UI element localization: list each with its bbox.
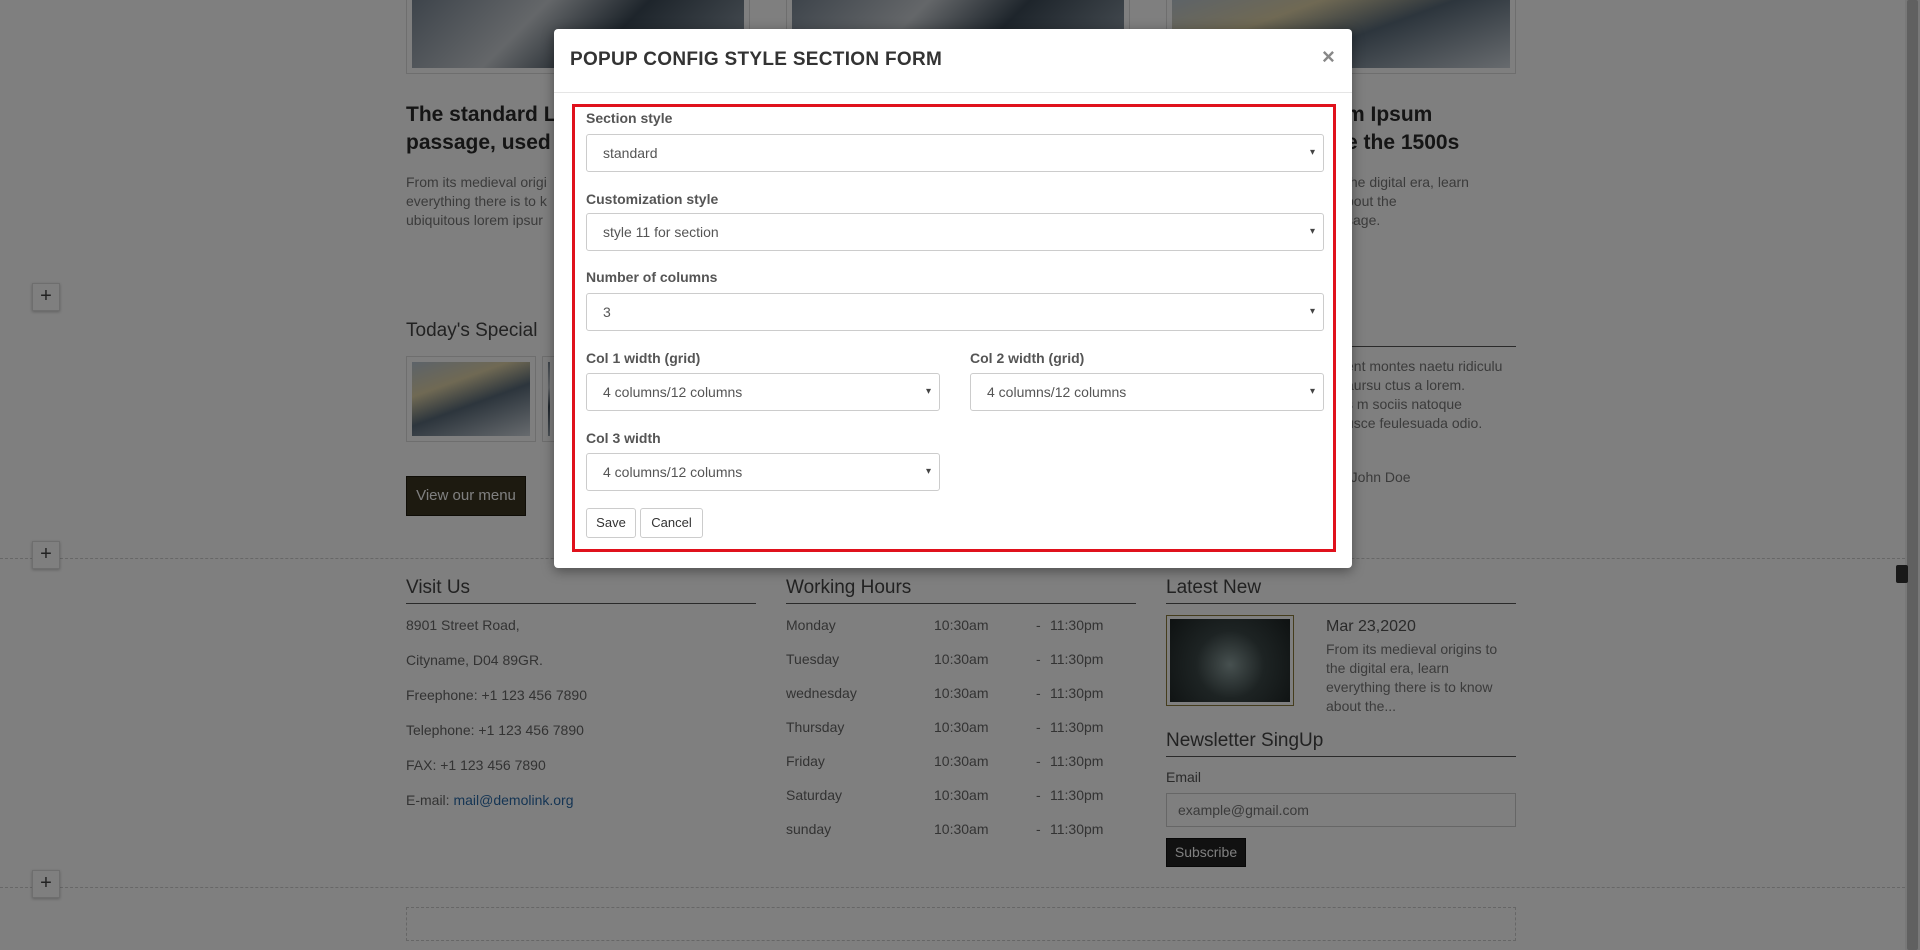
close-icon[interactable]: ×: [1322, 45, 1335, 69]
col3-width-label: Col 3 width: [586, 430, 661, 446]
col1-width-label: Col 1 width (grid): [586, 350, 701, 366]
col1-width-select[interactable]: 4 columns/12 columns ▾: [586, 373, 940, 411]
chevron-down-icon: ▾: [1309, 147, 1315, 158]
number-of-columns-value: 3: [603, 304, 611, 320]
modal-title: POPUP CONFIG STYLE SECTION FORM: [570, 49, 943, 70]
chevron-down-icon: ▾: [925, 466, 931, 477]
chevron-down-icon: ▾: [1309, 386, 1315, 397]
chevron-down-icon: ▾: [1309, 226, 1315, 237]
col2-width-select[interactable]: 4 columns/12 columns ▾: [970, 373, 1324, 411]
cancel-button[interactable]: Cancel: [640, 508, 703, 538]
col3-width-select[interactable]: 4 columns/12 columns ▾: [586, 453, 940, 491]
customization-style-label: Customization style: [586, 191, 719, 207]
config-form: Section style standard ▾ Customization s…: [572, 104, 1336, 552]
section-style-value: standard: [603, 145, 658, 161]
col3-width-value: 4 columns/12 columns: [603, 464, 743, 480]
config-style-modal: POPUP CONFIG STYLE SECTION FORM × Sectio…: [554, 29, 1352, 568]
number-of-columns-label: Number of columns: [586, 269, 718, 285]
number-of-columns-select[interactable]: 3 ▾: [586, 293, 1324, 331]
col1-width-value: 4 columns/12 columns: [603, 384, 743, 400]
chevron-down-icon: ▾: [925, 386, 931, 397]
col2-width-value: 4 columns/12 columns: [987, 384, 1127, 400]
chevron-down-icon: ▾: [1309, 306, 1315, 317]
customization-style-value: style 11 for section: [603, 224, 719, 240]
customization-style-select[interactable]: style 11 for section ▾: [586, 213, 1324, 251]
modal-header: POPUP CONFIG STYLE SECTION FORM ×: [554, 29, 1352, 93]
save-button[interactable]: Save: [586, 508, 636, 538]
section-style-label: Section style: [586, 110, 673, 126]
section-style-select[interactable]: standard ▾: [586, 134, 1324, 172]
col2-width-label: Col 2 width (grid): [970, 350, 1085, 366]
